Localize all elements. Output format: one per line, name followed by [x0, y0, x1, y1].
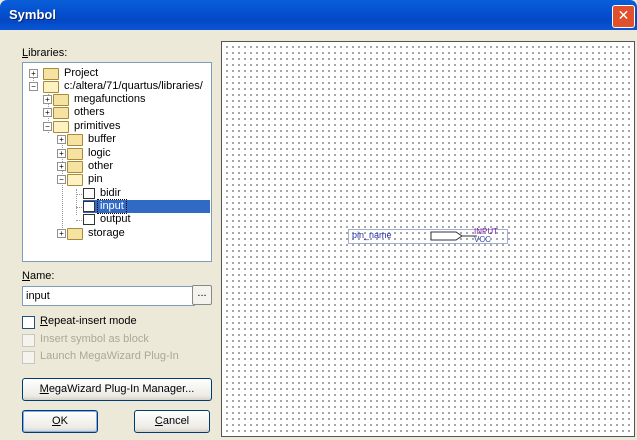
libraries-label: Libraries: — [22, 47, 68, 59]
expand-icon[interactable]: + — [57, 229, 66, 238]
tree-item-label: pin — [88, 173, 103, 185]
name-label: Name: — [22, 270, 55, 282]
tree-item-label: others — [74, 106, 105, 118]
pin-symbol-icon — [83, 188, 95, 199]
folder-open-icon — [43, 81, 59, 93]
default-value-label: VCC — [474, 235, 491, 244]
cancel-button[interactable]: Cancel — [134, 410, 210, 433]
window-title: Symbol — [9, 7, 56, 22]
pin-symbol-icon — [83, 201, 95, 212]
collapse-icon[interactable]: − — [29, 82, 38, 91]
folder-icon — [67, 161, 83, 173]
expand-icon[interactable]: + — [43, 108, 52, 117]
expand-icon[interactable]: + — [29, 69, 38, 78]
browse-button[interactable]: ... — [192, 285, 212, 305]
tree-item-label: bidir — [100, 187, 121, 199]
tree-item-label: buffer — [88, 133, 116, 145]
folder-icon — [53, 107, 69, 119]
folder-icon — [53, 94, 69, 106]
folder-icon — [67, 148, 83, 160]
launch-megawizard-checkbox[interactable] — [22, 351, 35, 364]
tree-item-label: storage — [88, 227, 125, 239]
expand-icon[interactable]: + — [43, 95, 52, 104]
libraries-tree[interactable]: + Project − c:/altera/71/quartus/librari… — [22, 62, 212, 262]
ok-button[interactable]: OK — [22, 410, 98, 433]
tree-item-label: c:/altera/71/quartus/libraries/ — [64, 80, 203, 92]
pin-symbol-icon — [83, 214, 95, 225]
insert-as-block-label: Insert symbol as block — [40, 333, 149, 345]
expand-icon[interactable]: + — [57, 149, 66, 158]
folder-icon — [67, 228, 83, 240]
tree-item-label: primitives — [74, 120, 121, 132]
collapse-icon[interactable]: − — [57, 175, 66, 184]
title-bar: Symbol ✕ — [0, 0, 637, 30]
collapse-icon[interactable]: − — [43, 122, 52, 131]
folder-icon — [67, 134, 83, 146]
repeat-insert-label: Repeat-insert mode — [40, 315, 137, 327]
tree-item-label: output — [100, 213, 131, 225]
repeat-insert-checkbox[interactable] — [22, 316, 35, 329]
input-pin-icon — [430, 231, 477, 241]
folder-open-icon — [53, 121, 69, 133]
tree-item-label: logic — [88, 147, 111, 159]
tree-item-label: input — [97, 199, 127, 214]
tree-item-label: Project — [64, 67, 99, 79]
folder-open-icon — [67, 174, 83, 186]
megawizard-manager-button[interactable]: MegaWizard Plug-In Manager... — [22, 378, 212, 401]
launch-megawizard-label: Launch MegaWizard Plug-In — [40, 350, 179, 362]
folder-icon — [43, 68, 59, 80]
tree-item-input[interactable]: input — [83, 199, 210, 214]
close-button[interactable]: ✕ — [612, 5, 635, 28]
pin-name-label: pin_name — [352, 230, 392, 240]
name-field[interactable]: input — [22, 286, 195, 306]
expand-icon[interactable]: + — [57, 135, 66, 144]
insert-as-block-checkbox[interactable] — [22, 334, 35, 347]
tree-item-label: megafunctions — [74, 93, 146, 105]
expand-icon[interactable]: + — [57, 162, 66, 171]
tree-item-label: other — [88, 160, 114, 172]
symbol-preview-canvas: pin_name INPUT VCC — [221, 41, 635, 437]
